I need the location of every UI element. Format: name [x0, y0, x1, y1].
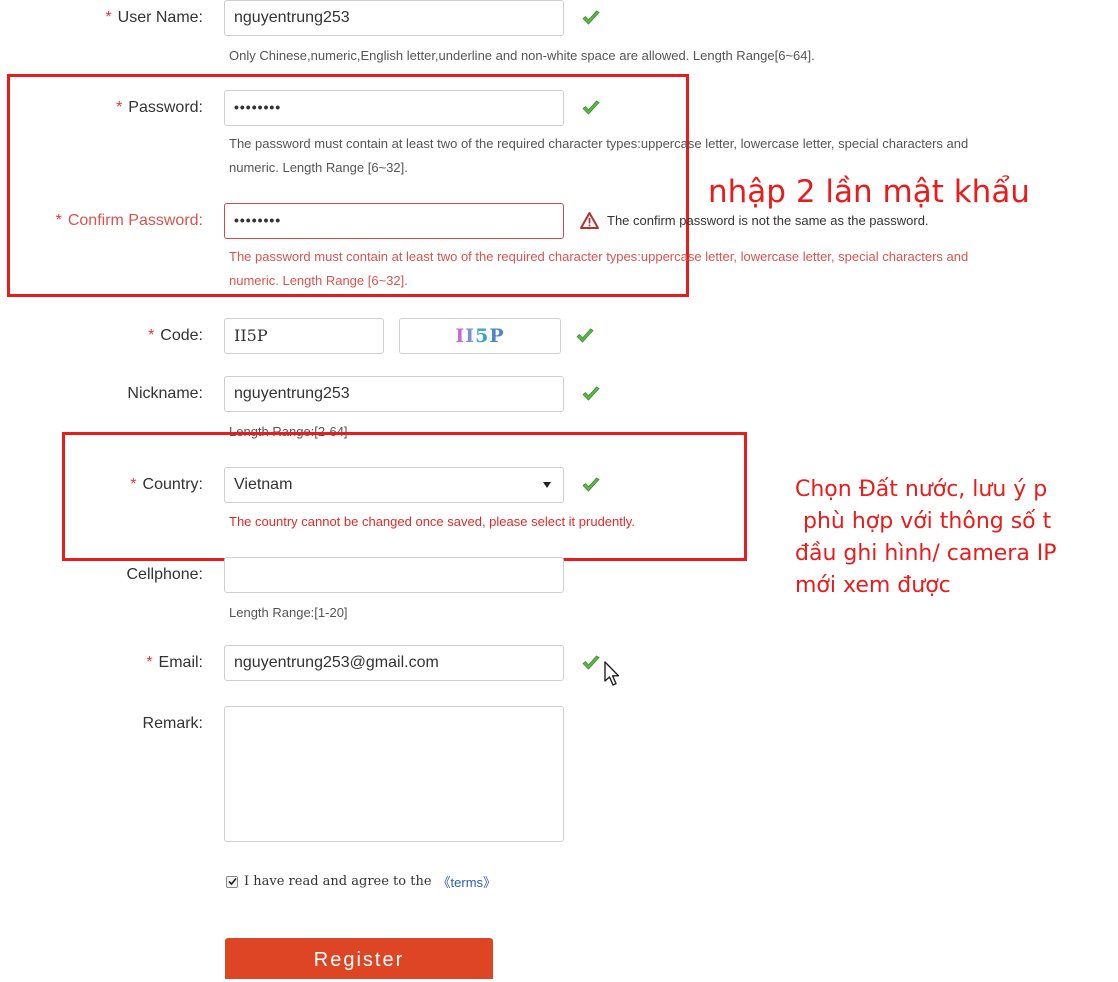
password-annotation: nhập 2 lần mật khẩu: [708, 174, 1030, 210]
country-select[interactable]: Vietnam: [224, 467, 564, 503]
check-icon: [582, 10, 600, 25]
nickname-input[interactable]: nguyentrung253: [224, 376, 564, 412]
check-icon: [582, 100, 600, 115]
check-icon: [582, 477, 600, 492]
email-input[interactable]: nguyentrung253@gmail.com: [224, 645, 564, 681]
checkmark-icon: [227, 877, 237, 886]
confirm-password-label: * Confirm Password:: [55, 212, 203, 229]
code-label: * Code:: [148, 327, 203, 344]
username-hint: Only Chinese,numeric,English letter,unde…: [229, 48, 815, 63]
mouse-cursor-icon: [604, 661, 620, 686]
username-input[interactable]: nguyentrung253: [224, 0, 564, 36]
country-label: * Country:: [130, 476, 203, 493]
email-label: * Email:: [146, 654, 203, 671]
captcha-image[interactable]: II5P: [399, 318, 561, 354]
nickname-label: Nickname:: [127, 385, 203, 402]
check-icon: [576, 328, 594, 343]
remark-label: Remark:: [142, 715, 203, 732]
warning-icon: [580, 212, 599, 229]
agree-row: I have read and agree to the 《terms》: [226, 872, 496, 891]
password-label: * Password:: [116, 99, 203, 116]
terms-link[interactable]: 《terms》: [438, 872, 497, 891]
register-button[interactable]: Register: [225, 938, 493, 979]
cellphone-input[interactable]: [224, 557, 564, 593]
agree-checkbox[interactable]: [226, 875, 238, 888]
confirm-password-error: The confirm password is not the same as …: [607, 213, 929, 228]
code-input[interactable]: II5P: [224, 318, 384, 354]
password-hint: The password must contain at least two o…: [229, 136, 969, 175]
username-label: * User Name:: [105, 9, 203, 26]
cellphone-label: Cellphone:: [126, 566, 204, 583]
remark-textarea[interactable]: [224, 706, 564, 842]
confirm-password-hint: The password must contain at least two o…: [229, 249, 969, 288]
password-input[interactable]: ••••••••: [224, 90, 564, 126]
dropdown-arrow-icon: [543, 482, 551, 488]
check-icon: [582, 655, 600, 670]
confirm-password-input[interactable]: ••••••••: [224, 203, 564, 239]
cellphone-hint: Length Range:[1-20]: [229, 605, 348, 620]
check-icon: [582, 386, 600, 401]
country-annotation: Chọn Đất nước, lưu ý p phù hợp với thông…: [795, 477, 1057, 598]
country-warning: The country cannot be changed once saved…: [229, 514, 635, 529]
